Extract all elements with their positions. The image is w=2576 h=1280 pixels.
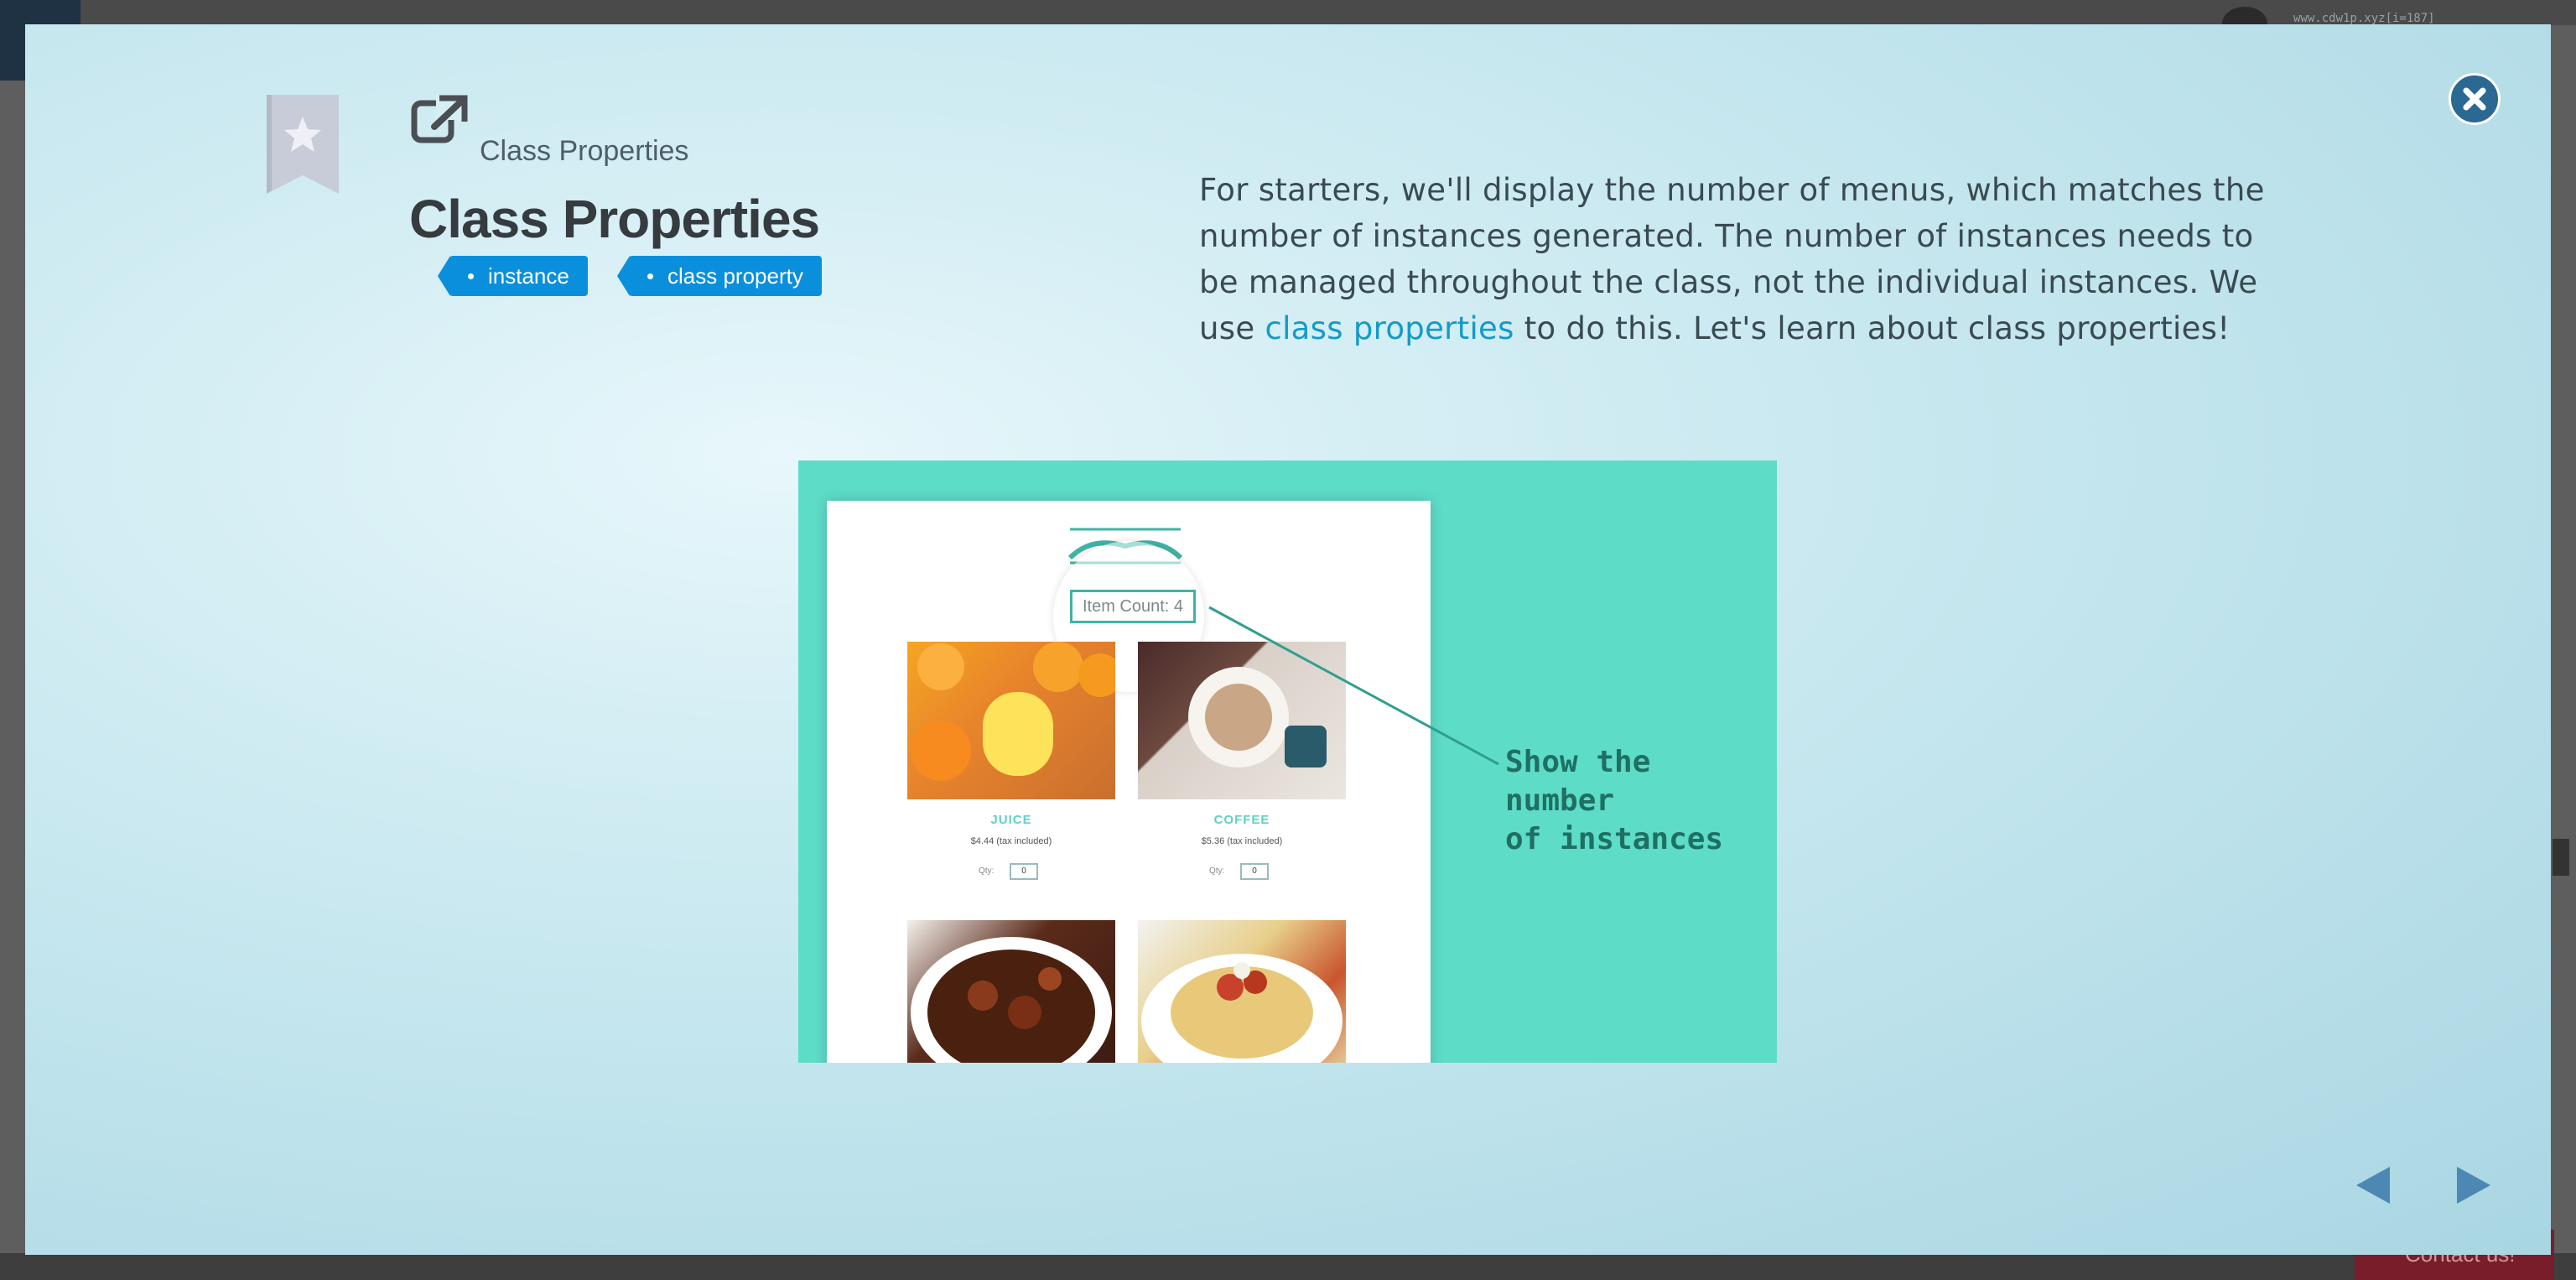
annotation-line-1: Show the number [1505,745,1651,818]
background-scrollbar[interactable] [2553,839,2569,876]
previous-slide-button[interactable] [2355,1165,2392,1205]
tag-label: instance [488,263,569,289]
tag-label: class property [667,263,803,289]
background-topbar [0,0,2576,25]
close-icon[interactable] [2449,73,2501,125]
pasta-photo [1138,920,1346,1063]
lesson-modal: Class Properties Class Properties instan… [25,24,2551,1255]
background-url: www.cdw1p.xyz[i=187] [2293,12,2435,25]
juice-price: $4.44 (tax included) [970,836,1052,846]
page-title: Class Properties [409,189,820,249]
lesson-figure: Item Count: 4 JUICE $4.44 (tax included)… [798,460,1777,1063]
coffee-price: $5.36 (tax included) [1201,836,1283,846]
tag-instance[interactable]: instance [438,256,588,296]
item-count-box: Item Count: 4 [1070,590,1196,623]
juice-qty-box: 0 [1010,863,1038,880]
coffee-qty-label: Qty: [1209,866,1225,876]
coffee-name: COFFEE [1213,813,1270,827]
tag-class-property[interactable]: class property [617,256,822,296]
description-text-end: to do this. Let's learn about class prop… [1514,310,2231,346]
annotation-line-2: of instances [1505,822,1724,856]
tag-dot [647,273,653,279]
lesson-description: For starters, we'll display the number o… [1199,167,2281,351]
figure-annotation: Show the number of instances [1505,743,1774,859]
juice-photo [907,642,1115,799]
next-slide-button[interactable] [2455,1165,2492,1205]
external-link-icon[interactable] [411,91,470,143]
stew-photo [907,920,1115,1063]
menu-page-illustration: Item Count: 4 JUICE $4.44 (tax included)… [827,501,1431,1063]
coffee-qty-box: 0 [1240,863,1269,880]
bookmark-star-icon[interactable] [267,95,339,194]
coffee-photo [1138,642,1346,799]
tag-dot [468,273,474,279]
juice-qty-label: Qty: [979,866,995,876]
breadcrumb: Class Properties [480,135,689,167]
juice-name: JUICE [990,813,1032,827]
background-bottom-bar [0,1253,2576,1280]
class-properties-link[interactable]: class properties [1265,310,1514,346]
